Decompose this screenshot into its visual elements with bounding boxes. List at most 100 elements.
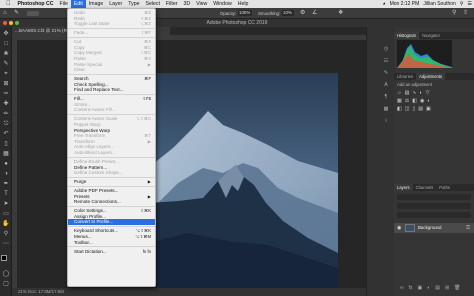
healing-tool-icon[interactable]: ✚ — [2, 100, 10, 108]
pen-tool-icon[interactable]: ✒ — [2, 180, 10, 188]
crop-tool-icon[interactable]: ⌖ — [2, 70, 10, 78]
dodge-tool-icon[interactable]: ◑ — [2, 170, 10, 178]
search-icon[interactable]: ⚲ — [460, 1, 464, 7]
menu-file[interactable]: File — [57, 0, 71, 8]
lasso-tool-icon[interactable]: ❀ — [2, 50, 10, 58]
swatches-panel-icon[interactable]: ▦ — [381, 105, 391, 113]
curves-icon[interactable]: ∿ — [412, 90, 416, 96]
menu-item-find-and-replace-text[interactable]: Find and Replace Text... — [68, 87, 155, 93]
quick-select-tool-icon[interactable]: ✎ — [2, 60, 10, 68]
eraser-tool-icon[interactable]: ▯ — [2, 140, 10, 148]
tab-histogram[interactable]: Histogram — [394, 32, 420, 39]
invert-icon[interactable]: ◧ — [397, 106, 402, 112]
menu-edit[interactable]: Edit — [70, 0, 86, 8]
hue-saturation-icon[interactable]: ▦ — [397, 98, 402, 104]
menu-layer[interactable]: Layer — [106, 0, 125, 8]
tab-navigator[interactable]: Navigator — [419, 32, 443, 39]
new-layer-icon[interactable]: ⊞ — [445, 285, 449, 291]
tab-channels[interactable]: Channels — [413, 184, 437, 191]
blur-tool-icon[interactable]: ● — [2, 160, 10, 168]
history-panel-icon[interactable]: ◷ — [381, 45, 391, 53]
channel-mixer-icon[interactable]: ◐ — [427, 98, 430, 104]
selective-color-icon[interactable]: ▣ — [426, 106, 431, 112]
menu-item-convert-to-profile[interactable]: Convert to Profile... — [68, 219, 155, 225]
menu-item-auto-blend-layers[interactable]: Auto-Blend Layers... — [68, 150, 155, 156]
layer-row[interactable]: ◉ Background ⚿ — [394, 223, 474, 233]
more-tools-icon[interactable]: ⋯ — [2, 240, 10, 248]
menu-item-toggle-last-state[interactable]: Toggle Last State ⌥⌘Z — [68, 21, 155, 27]
path-select-icon[interactable]: ➤ — [2, 200, 10, 208]
type-tool-icon[interactable]: T — [2, 190, 10, 198]
menu-item-purge[interactable]: Purge ▶ — [68, 179, 155, 185]
zoom-window-icon[interactable] — [15, 21, 19, 25]
brush-tool-icon[interactable]: ✏ — [2, 110, 10, 118]
menu-view[interactable]: View — [193, 0, 210, 8]
close-window-icon[interactable] — [3, 21, 7, 25]
clock[interactable]: Mon 2:12 PM — [390, 1, 420, 7]
home-icon[interactable]: ⌂ — [3, 10, 10, 17]
apple-icon[interactable]:  — [0, 1, 15, 7]
menu-item-clear[interactable]: Clear — [68, 67, 155, 73]
document-image[interactable] — [148, 73, 338, 295]
trash-icon[interactable]: 🗑 — [454, 285, 460, 291]
menu-window[interactable]: Window — [210, 0, 234, 8]
adjustment-layer-icon[interactable]: ◐ — [427, 285, 430, 291]
tab-adjustments[interactable]: Adjustments — [416, 73, 446, 80]
share-icon[interactable]: ⇧ — [463, 10, 468, 17]
opacity-field[interactable]: 100% — [238, 10, 252, 16]
menu-filter[interactable]: Filter — [163, 0, 181, 8]
info-panel-icon[interactable]: i — [381, 117, 391, 125]
link-layers-icon[interactable]: ∞ — [400, 285, 404, 291]
foreground-color-swatch[interactable] — [1, 255, 7, 261]
stamp-tool-icon[interactable]: ⎋ — [2, 120, 10, 128]
menu-item-start-dictation[interactable]: Start Dictation... fn fn — [68, 249, 155, 255]
zoom-tool-icon[interactable]: ⚲ — [2, 230, 10, 238]
menu-item-toolbar[interactable]: Toolbar... — [68, 240, 155, 246]
character-panel-icon[interactable]: A — [381, 81, 391, 89]
marquee-tool-icon[interactable]: □ — [2, 40, 10, 48]
brush-preset-picker[interactable] — [27, 11, 39, 16]
menu-item-content-aware-fill[interactable]: Content-Aware Fill... — [68, 107, 155, 113]
menu-item-remote-connections[interactable]: Remote Connections... — [68, 199, 155, 205]
brush-icon[interactable]: ✎ — [14, 10, 22, 17]
group-icon[interactable]: ▤ — [435, 285, 440, 291]
visibility-eye-icon[interactable]: ◉ — [397, 225, 401, 231]
ruler-horizontal[interactable] — [12, 35, 366, 40]
threshold-icon[interactable]: ▯ — [412, 106, 415, 112]
symmetry-icon[interactable]: ❖ — [338, 10, 343, 17]
menu-list-icon[interactable]: ☰ — [468, 1, 472, 7]
wifi-icon[interactable]: ◕ — [383, 1, 386, 7]
history-brush-icon[interactable]: ↶ — [2, 130, 10, 138]
vibrance-icon[interactable]: ▽ — [426, 90, 430, 96]
brush-panel-icon[interactable]: ✎ — [381, 69, 391, 77]
quick-mask-icon[interactable]: ◯ — [2, 270, 10, 278]
mask-icon[interactable]: ▣ — [417, 285, 422, 291]
posterize-icon[interactable]: ◫ — [405, 106, 410, 112]
menu-item-fade[interactable]: Fade... ⇧⌘F — [68, 30, 155, 36]
app-menu[interactable]: Photoshop CC — [15, 0, 57, 8]
properties-panel-icon[interactable]: ☷ — [381, 57, 391, 65]
gradient-map-icon[interactable]: ▤ — [418, 106, 423, 112]
smoothing-field[interactable]: 10% — [282, 10, 294, 16]
lock-fill-bar[interactable] — [397, 212, 471, 218]
tab-paths[interactable]: Paths — [436, 184, 453, 191]
blend-mode-bar[interactable] — [397, 203, 471, 209]
exposure-icon[interactable]: ◐ — [420, 90, 423, 96]
menu-item-define-custom-shape[interactable]: Define Custom Shape... — [68, 170, 155, 176]
menu-type[interactable]: Type — [125, 0, 142, 8]
move-tool-icon[interactable]: ✥ — [2, 30, 10, 38]
menu-help[interactable]: Help — [235, 0, 252, 8]
tab-layers[interactable]: Layers — [394, 184, 413, 191]
menu-select[interactable]: Select — [143, 0, 163, 8]
layer-filter-bar[interactable] — [397, 194, 471, 200]
fx-icon[interactable]: fx — [409, 285, 413, 291]
menu-3d[interactable]: 3D — [180, 0, 193, 8]
user-name[interactable]: Jillian Southon — [423, 1, 456, 7]
shape-tool-icon[interactable]: ▭ — [2, 210, 10, 218]
paragraph-panel-icon[interactable]: ¶ — [381, 93, 391, 101]
tab-libraries[interactable]: Libraries — [394, 73, 416, 80]
frame-tool-icon[interactable]: ⊠ — [2, 80, 10, 88]
search-icon-ps[interactable]: ⚲ — [452, 10, 456, 17]
black-white-icon[interactable]: ◧ — [412, 98, 417, 104]
eyedropper-tool-icon[interactable]: ✑ — [2, 90, 10, 98]
